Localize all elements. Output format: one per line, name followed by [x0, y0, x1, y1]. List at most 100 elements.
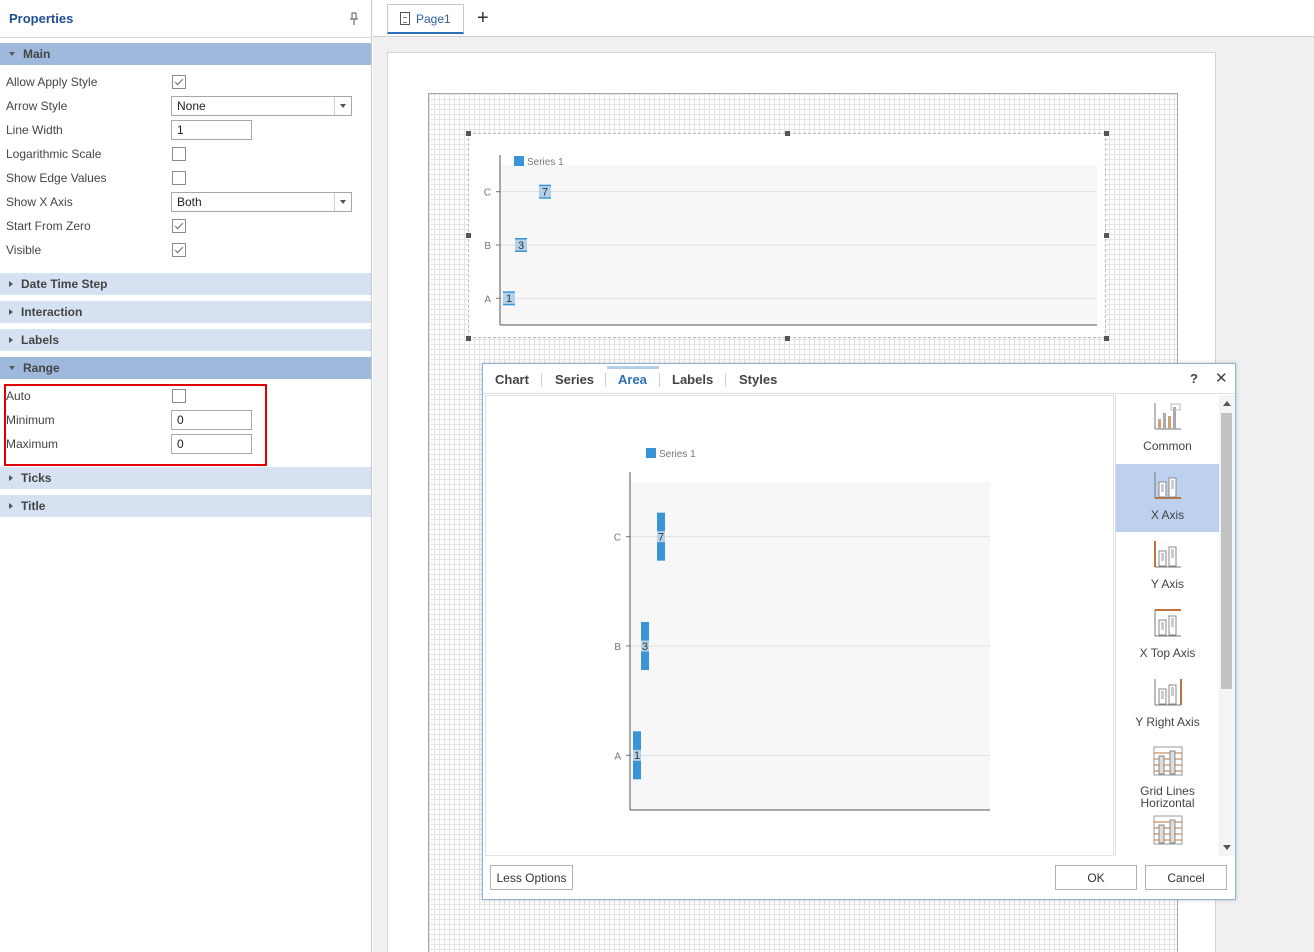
- resize-handle[interactable]: [785, 336, 790, 341]
- category-tick-label: B: [614, 642, 621, 653]
- resize-handle[interactable]: [1104, 336, 1109, 341]
- logarithmic-scale-checkbox[interactable]: [172, 147, 186, 161]
- scroll-up-icon[interactable]: [1223, 401, 1231, 406]
- sidebar-item-grid-lines-horizontal[interactable]: Grid Lines Horizontal: [1116, 740, 1219, 810]
- prop-label: Arrow Style: [6, 99, 68, 113]
- start-from-zero-checkbox[interactable]: [172, 219, 186, 233]
- line-width-input[interactable]: 1: [171, 120, 252, 140]
- chevron-down-icon[interactable]: [334, 193, 351, 211]
- category-tick-label: B: [484, 241, 491, 252]
- legend-swatch: [514, 156, 524, 166]
- sidebar-label: Common: [1143, 439, 1192, 453]
- sidebar-item-x-axis[interactable]: X Axis: [1116, 464, 1219, 532]
- prop-label: Start From Zero: [6, 219, 91, 233]
- close-icon[interactable]: ✕: [1215, 369, 1228, 387]
- highlight-box: [4, 384, 267, 466]
- sidebar-scrollbar[interactable]: [1219, 395, 1234, 856]
- scroll-thumb[interactable]: [1221, 413, 1232, 689]
- tab-separator: [541, 373, 542, 387]
- section-main[interactable]: Main: [0, 43, 371, 65]
- tab-page1-label: Page1: [416, 11, 451, 26]
- tab-labels[interactable]: Labels: [672, 372, 713, 387]
- chevron-down-icon[interactable]: [334, 97, 351, 115]
- sidebar-label: Y Axis: [1150, 577, 1185, 591]
- tab-area[interactable]: Area: [618, 372, 647, 387]
- less-options-button[interactable]: Less Options: [490, 865, 573, 890]
- common-chart-icon: [1154, 403, 1181, 430]
- legend-label: Series 1: [527, 157, 564, 168]
- y-right-axis-icon: [1154, 679, 1182, 706]
- section-label: Ticks: [21, 471, 52, 485]
- category-tick-label: C: [484, 188, 491, 199]
- cancel-button[interactable]: Cancel: [1145, 865, 1227, 890]
- show-x-axis-select[interactable]: Both: [171, 192, 352, 212]
- sidebar-item-common[interactable]: Common: [1116, 395, 1219, 463]
- scroll-down-icon[interactable]: [1223, 845, 1231, 850]
- resize-handle[interactable]: [466, 131, 471, 136]
- data-label: 7: [542, 186, 548, 198]
- tab-separator: [659, 373, 660, 387]
- pin-icon[interactable]: [349, 12, 359, 26]
- prop-label: Line Width: [6, 123, 63, 137]
- prop-show-x-axis: Show X Axis Both: [6, 192, 366, 212]
- section-title[interactable]: Title: [0, 495, 371, 517]
- sidebar-label: Y Right Axis: [1135, 715, 1200, 729]
- data-label: 1: [506, 293, 512, 305]
- help-button[interactable]: ?: [1190, 371, 1198, 386]
- sidebar-item-grid-lines-vertical[interactable]: [1116, 809, 1219, 856]
- sidebar-item-x-top-axis[interactable]: X Top Axis: [1116, 602, 1219, 670]
- visible-checkbox[interactable]: [172, 243, 186, 257]
- prop-arrow-style: Arrow Style None: [6, 96, 366, 116]
- section-main-label: Main: [23, 47, 51, 61]
- resize-handle[interactable]: [466, 233, 471, 238]
- prop-label: Logarithmic Scale: [6, 147, 102, 161]
- resize-handle[interactable]: [1104, 233, 1109, 238]
- show-x-axis-value: Both: [177, 195, 202, 209]
- expand-arrow-icon: [9, 281, 13, 287]
- tab-series[interactable]: Series: [555, 372, 594, 387]
- properties-panel: Properties Main Allow Apply Style Arrow …: [0, 0, 372, 952]
- prop-label: Allow Apply Style: [6, 75, 98, 89]
- tab-chart[interactable]: Chart: [495, 372, 529, 387]
- page-tab-bar: Page1 +: [373, 0, 1314, 37]
- tab-page1[interactable]: Page1: [387, 4, 464, 34]
- section-labels[interactable]: Labels: [0, 329, 371, 351]
- section-date-time-step[interactable]: Date Time Step: [0, 273, 371, 295]
- sidebar-item-y-right-axis[interactable]: Y Right Axis: [1116, 671, 1219, 739]
- show-edge-values-checkbox[interactable]: [172, 171, 186, 185]
- resize-handle[interactable]: [785, 131, 790, 136]
- sidebar-item-y-axis[interactable]: Y Axis: [1116, 533, 1219, 601]
- prop-visible: Visible: [6, 240, 366, 260]
- collapse-arrow-icon: [9, 52, 15, 56]
- grid-lines-vertical-icon: [1153, 815, 1183, 845]
- section-label: Interaction: [21, 305, 83, 319]
- tab-separator: [605, 373, 606, 387]
- prop-start-from-zero: Start From Zero: [6, 216, 366, 236]
- add-page-button[interactable]: +: [477, 8, 489, 28]
- properties-title: Properties: [9, 11, 74, 26]
- ok-button[interactable]: OK: [1055, 865, 1137, 890]
- arrow-style-select[interactable]: None: [171, 96, 352, 116]
- tab-styles[interactable]: Styles: [739, 372, 777, 387]
- section-ticks[interactable]: Ticks: [0, 467, 371, 489]
- resize-handle[interactable]: [466, 336, 471, 341]
- allow-apply-style-checkbox[interactable]: [172, 75, 186, 89]
- chart-preview-small: A 1 B 3 C 7 Series 1: [484, 155, 1097, 326]
- y-axis-icon: [1154, 541, 1181, 568]
- prop-allow-apply-style: Allow Apply Style: [6, 72, 366, 92]
- dialog-tabs: Chart Series Area Labels Styles ? ✕: [483, 364, 1235, 394]
- section-range[interactable]: Range: [0, 357, 371, 379]
- expand-arrow-icon: [9, 337, 13, 343]
- chart-editor-dialog: Chart Series Area Labels Styles ? ✕ A 1 B 3…: [482, 363, 1236, 900]
- collapse-arrow-icon: [9, 366, 15, 370]
- chart-preview-large: A 1 B 3 C 7 Series 1: [614, 448, 990, 811]
- sidebar-label: Horizontal: [1140, 796, 1195, 810]
- resize-handle[interactable]: [1104, 131, 1109, 136]
- legend-label: Series 1: [659, 449, 696, 460]
- x-axis-icon: [1154, 472, 1181, 499]
- properties-header: Properties: [0, 0, 371, 38]
- prop-label: Visible: [6, 243, 42, 257]
- section-interaction[interactable]: Interaction: [0, 301, 371, 323]
- chart-component[interactable]: A 1 B 3 C 7 Series 1: [468, 133, 1106, 338]
- expand-arrow-icon: [9, 309, 13, 315]
